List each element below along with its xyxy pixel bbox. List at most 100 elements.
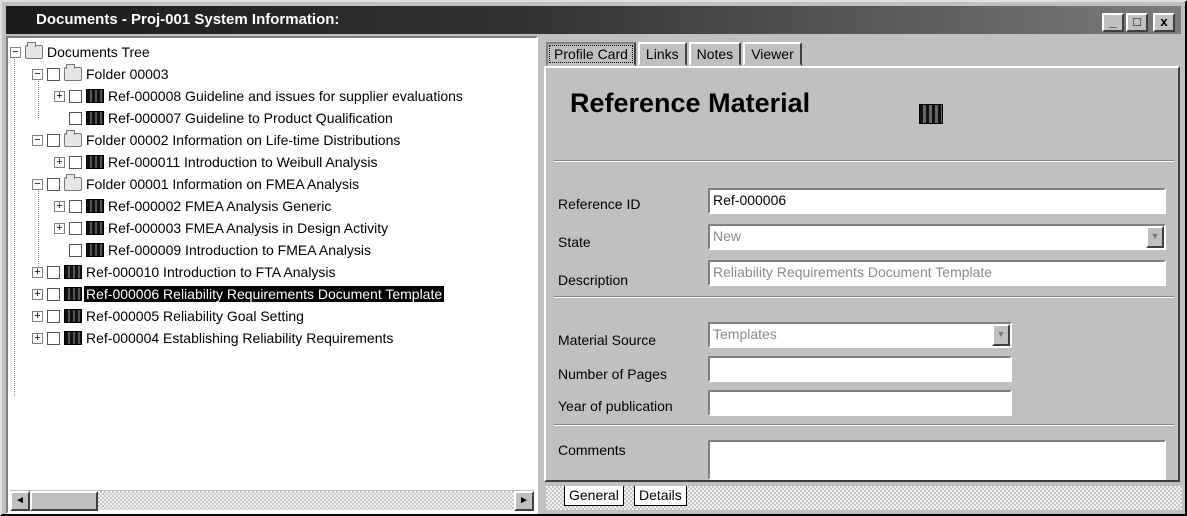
maximize-button[interactable]: □ [1126, 13, 1148, 32]
collapse-icon[interactable]: − [32, 68, 43, 80]
state-select[interactable]: New ▼ [708, 224, 1166, 250]
expand-icon[interactable]: + [54, 200, 65, 212]
tree-item-label: Ref-000008 Guideline and issues for supp… [108, 88, 463, 104]
tree-item-label: Ref-000002 FMEA Analysis Generic [108, 198, 332, 214]
tree-root-label: Documents Tree [47, 44, 150, 60]
comments-label: Comments [558, 442, 626, 458]
tree-guide-line [38, 78, 39, 118]
expand-icon[interactable]: + [54, 90, 65, 102]
material-source-select[interactable]: Templates ▼ [708, 322, 1012, 348]
collapse-icon[interactable]: − [10, 46, 21, 58]
pages-field[interactable] [708, 356, 1012, 382]
dropdown-arrow-icon[interactable]: ▼ [992, 324, 1010, 346]
item-checkbox[interactable] [69, 243, 82, 257]
tab-profile-card[interactable]: Profile Card [546, 42, 636, 66]
item-checkbox[interactable] [47, 265, 60, 279]
close-button[interactable]: x [1153, 13, 1175, 32]
item-checkbox[interactable] [69, 155, 82, 169]
pages-label: Number of Pages [558, 366, 667, 382]
collapse-icon[interactable]: − [32, 178, 43, 190]
item-checkbox[interactable] [47, 331, 60, 345]
dropdown-arrow-icon[interactable]: ▼ [1146, 226, 1164, 248]
book-icon [64, 309, 82, 323]
book-icon [86, 221, 104, 235]
tree-item-label: Ref-000006 Reliability Requirements Docu… [84, 286, 445, 302]
book-icon [64, 331, 82, 345]
leaf-spacer [54, 244, 65, 256]
expand-icon[interactable]: + [32, 266, 43, 278]
tree-item-label: Ref-000010 Introduction to FTA Analysis [86, 264, 336, 280]
scroll-right-button[interactable]: ► [514, 491, 534, 511]
documents-tree[interactable]: − Documents Tree − Folder 00003 + Ref-00… [6, 36, 538, 514]
item-checkbox[interactable] [47, 309, 60, 323]
tree-item-label: Ref-000004 Establishing Reliability Requ… [86, 330, 394, 346]
divider [554, 424, 1174, 426]
divider [554, 160, 1174, 162]
tree-item-ref[interactable]: + Ref-000002 FMEA Analysis Generic [54, 196, 333, 216]
item-checkbox[interactable] [69, 199, 82, 213]
app-window: Documents - Proj-001 System Information:… [0, 0, 1187, 516]
scroll-thumb[interactable] [30, 491, 98, 511]
item-checkbox[interactable] [69, 221, 82, 235]
description-label: Description [558, 272, 629, 288]
tree-item-label: Ref-000011 Introduction to Weibull Analy… [108, 154, 378, 170]
expand-icon[interactable]: + [32, 288, 43, 300]
leaf-spacer [54, 112, 65, 124]
expand-icon[interactable]: + [32, 310, 43, 322]
year-field[interactable] [708, 390, 1012, 416]
tree-item-ref-selected[interactable]: + Ref-000006 Reliability Requirements Do… [32, 284, 445, 304]
tree-item-ref[interactable]: + Ref-000008 Guideline and issues for su… [54, 86, 465, 106]
horizontal-scrollbar[interactable]: ◄ ► [10, 490, 534, 511]
tree-item-ref[interactable]: Ref-000007 Guideline to Product Qualific… [54, 108, 395, 128]
book-icon [86, 89, 104, 103]
tree-item-folder[interactable]: − Folder 00002 Information on Life-time … [32, 130, 402, 150]
reference-id-field[interactable]: Ref-000006 [708, 188, 1166, 214]
title-bar[interactable]: Documents - Proj-001 System Information:… [6, 6, 1181, 34]
comments-field[interactable] [708, 440, 1166, 480]
tree-item-folder[interactable]: − Folder 00003 [32, 64, 171, 84]
state-value: New [713, 228, 742, 244]
window-title: Documents - Proj-001 System Information: [36, 11, 340, 28]
divider [554, 296, 1174, 298]
tree-root-icon [25, 42, 43, 59]
tab-general[interactable]: General [564, 486, 624, 506]
folder-icon [64, 64, 82, 81]
tree-item-ref[interactable]: + Ref-000004 Establishing Reliability Re… [32, 328, 395, 348]
tree-item-label: Ref-000005 Reliability Goal Setting [86, 308, 304, 324]
scroll-left-button[interactable]: ◄ [10, 491, 30, 511]
tree-guide-line [14, 56, 15, 396]
book-icon [86, 155, 104, 169]
state-label: State [558, 234, 591, 250]
tree-root[interactable]: − Documents Tree [10, 42, 152, 62]
bottom-tab-strip: General Details [546, 486, 1182, 510]
tree-guide-line [38, 188, 39, 268]
expand-icon[interactable]: + [54, 156, 65, 168]
tree-item-ref[interactable]: + Ref-000005 Reliability Goal Setting [32, 306, 306, 326]
tree-item-ref[interactable]: Ref-000009 Introduction to FMEA Analysis [54, 240, 373, 260]
tab-viewer[interactable]: Viewer [743, 42, 802, 66]
item-checkbox[interactable] [69, 89, 82, 103]
expand-icon[interactable]: + [32, 332, 43, 344]
item-checkbox[interactable] [47, 133, 60, 147]
tab-notes[interactable]: Notes [688, 42, 742, 66]
tree-item-folder[interactable]: − Folder 00001 Information on FMEA Analy… [32, 174, 361, 194]
item-checkbox[interactable] [47, 67, 60, 81]
tab-links[interactable]: Links [637, 42, 687, 66]
folder-icon [64, 174, 82, 191]
tree-item-ref[interactable]: + Ref-000010 Introduction to FTA Analysi… [32, 262, 338, 282]
material-source-value: Templates [713, 326, 777, 342]
expand-icon[interactable]: + [54, 222, 65, 234]
item-checkbox[interactable] [47, 177, 60, 191]
reference-book-icon [919, 104, 943, 124]
tree-item-label: Ref-000009 Introduction to FMEA Analysis [108, 242, 372, 258]
item-checkbox[interactable] [69, 111, 82, 125]
minimize-button[interactable]: _ [1102, 13, 1124, 32]
tree-item-label: Ref-000007 Guideline to Product Qualific… [108, 110, 393, 126]
item-checkbox[interactable] [47, 287, 60, 301]
collapse-icon[interactable]: − [32, 134, 43, 146]
book-icon [86, 243, 104, 257]
tree-item-ref[interactable]: + Ref-000003 FMEA Analysis in Design Act… [54, 218, 390, 238]
description-field[interactable]: Reliability Requirements Document Templa… [708, 260, 1166, 286]
tree-item-ref[interactable]: + Ref-000011 Introduction to Weibull Ana… [54, 152, 380, 172]
tab-details[interactable]: Details [634, 486, 687, 506]
